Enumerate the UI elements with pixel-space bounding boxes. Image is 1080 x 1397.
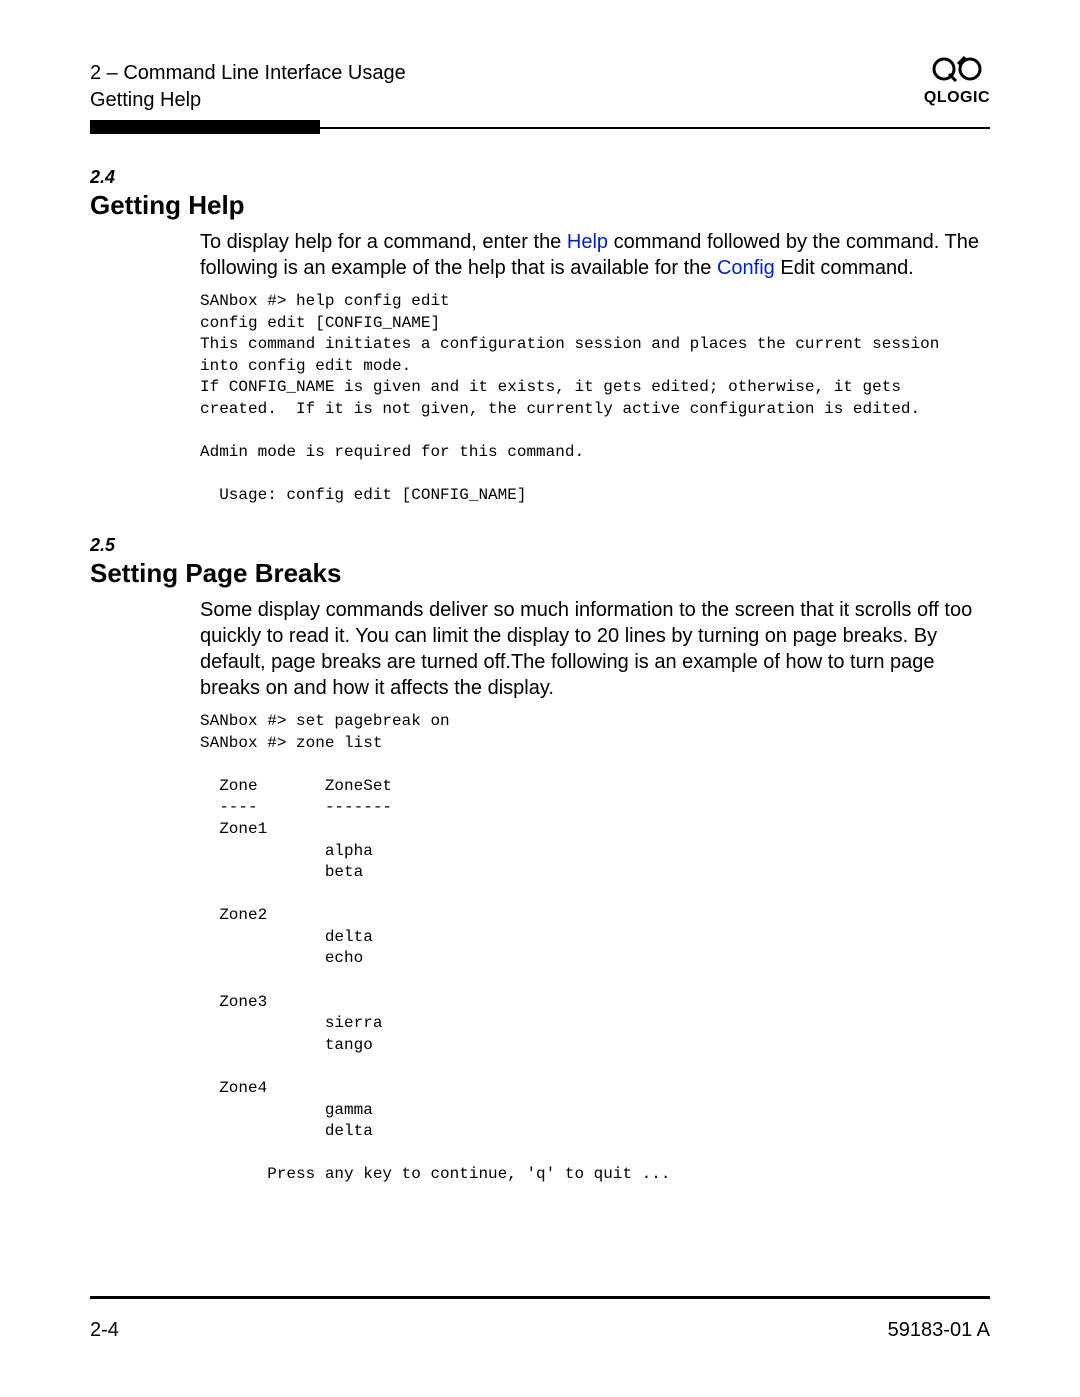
page-number: 2-4 xyxy=(90,1319,119,1342)
section-2-4: 2.4 Getting Help To display help for a c… xyxy=(90,167,990,507)
page-header: 2 – Command Line Interface Usage Getting… xyxy=(90,60,990,114)
page: 2 – Command Line Interface Usage Getting… xyxy=(0,0,1080,1397)
section-body: Some display commands deliver so much in… xyxy=(200,597,990,1186)
section-2-5: 2.5 Setting Page Breaks Some display com… xyxy=(90,535,990,1186)
paragraph: To display help for a command, enter the… xyxy=(200,229,990,281)
section-number: 2.4 xyxy=(90,167,990,188)
section-title: Setting Page Breaks xyxy=(90,558,990,589)
brand-logo: QLOGIC xyxy=(924,56,990,107)
section-title: Getting Help xyxy=(90,190,990,221)
header-rule xyxy=(90,127,990,129)
section-number: 2.5 xyxy=(90,535,990,556)
section-body: To display help for a command, enter the… xyxy=(200,229,990,507)
brand-name: QLOGIC xyxy=(924,89,990,107)
text: To display help for a command, enter the xyxy=(200,231,567,253)
text: Edit command. xyxy=(775,257,914,279)
qlogic-glyph-icon xyxy=(931,56,983,82)
header-text: 2 – Command Line Interface Usage Getting… xyxy=(90,60,406,114)
doc-number: 59183-01 A xyxy=(888,1319,990,1342)
page-footer: 2-4 59183-01 A xyxy=(90,1319,990,1342)
code-block: SANbox #> set pagebreak on SANbox #> zon… xyxy=(200,711,990,1186)
header-line1: 2 – Command Line Interface Usage xyxy=(90,60,406,87)
code-block: SANbox #> help config edit config edit [… xyxy=(200,291,990,507)
footer-rule xyxy=(90,1296,990,1299)
header-line2: Getting Help xyxy=(90,87,406,114)
config-link[interactable]: Config xyxy=(717,257,775,279)
paragraph: Some display commands deliver so much in… xyxy=(200,597,990,701)
help-link[interactable]: Help xyxy=(567,231,608,253)
